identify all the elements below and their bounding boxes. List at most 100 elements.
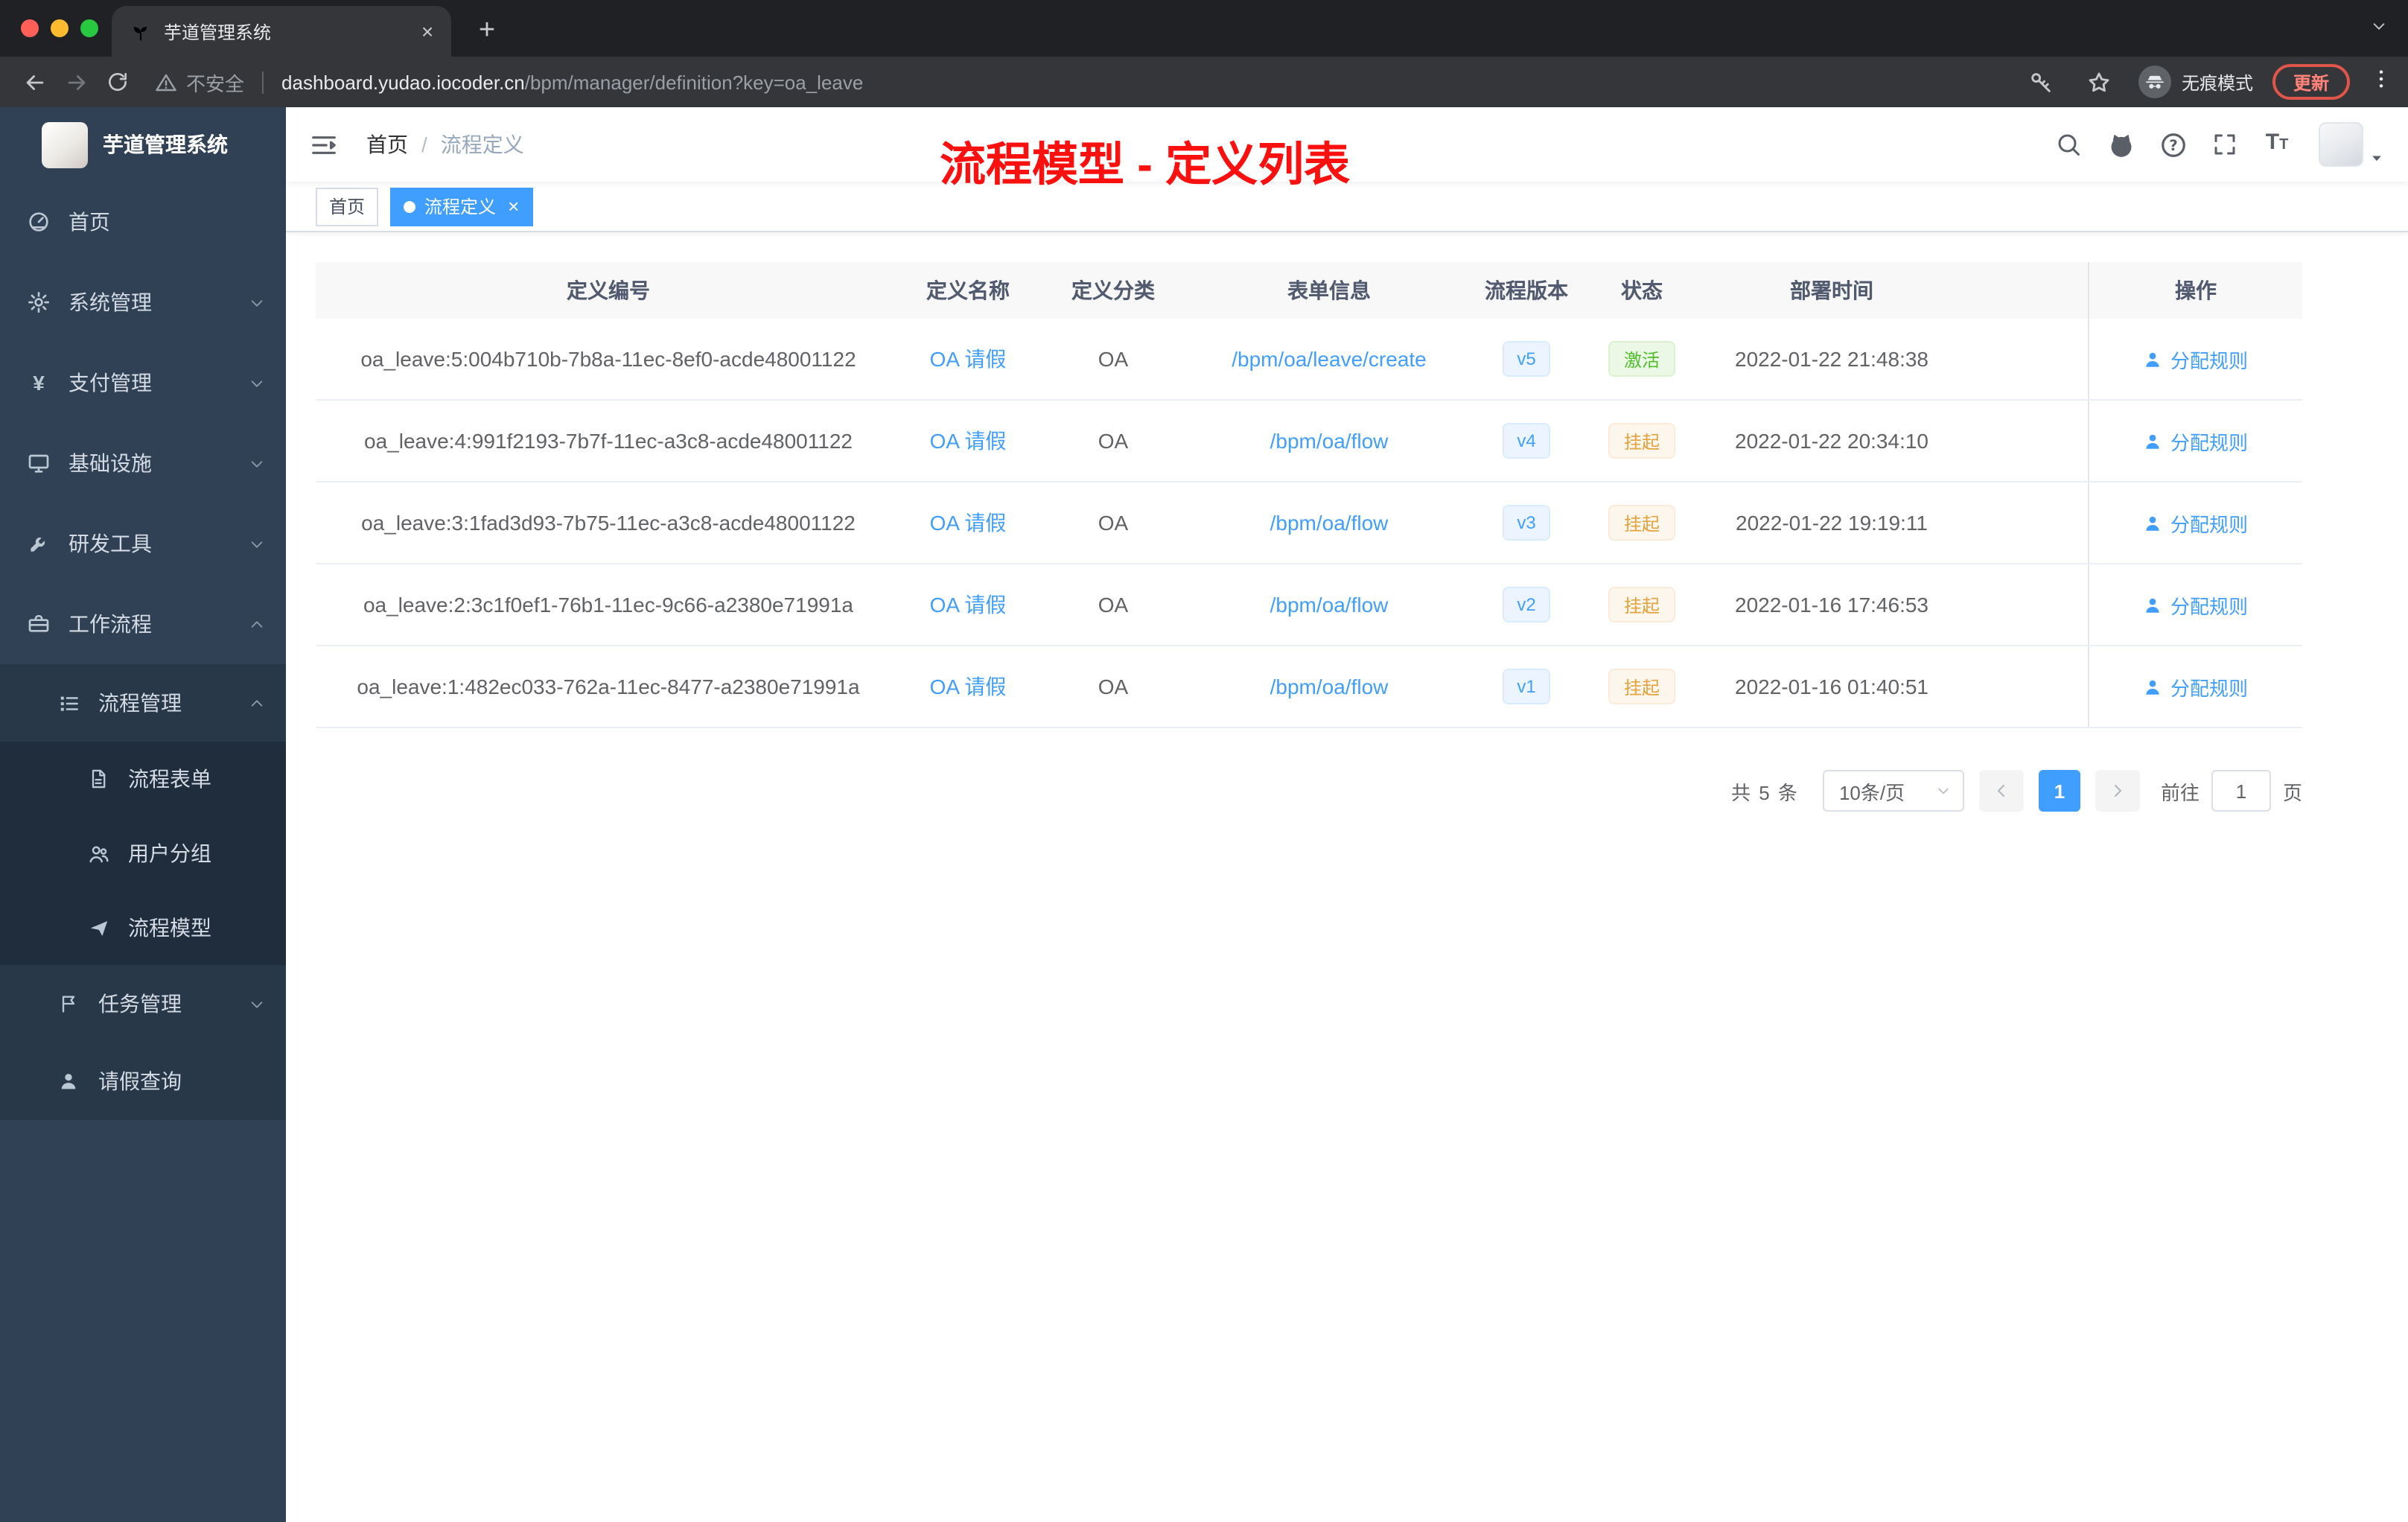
status-badge: 挂起 <box>1608 587 1675 623</box>
column-header: 定义名称 <box>926 278 1010 302</box>
toolbar-right-cluster: 无痕模式 更新 <box>2022 63 2393 101</box>
window-close-button[interactable] <box>21 19 39 37</box>
user-avatar-menu[interactable] <box>2319 122 2384 167</box>
definition-name-link[interactable]: OA 请假 <box>930 344 1007 374</box>
tag-process-definition[interactable]: 流程定义 × <box>390 187 533 226</box>
next-page-button[interactable] <box>2095 770 2140 812</box>
search-icon[interactable] <box>2054 130 2083 159</box>
browser-tab[interactable]: 芋道管理系统 × <box>112 6 451 57</box>
logo-title: 芋道管理系统 <box>103 133 228 156</box>
assign-rule-link[interactable]: 分配规则 <box>2144 509 2248 537</box>
sidebar-item-infrastructure[interactable]: 基础设施 <box>0 423 286 503</box>
page-size-select[interactable]: 10条/页 <box>1822 770 1964 812</box>
forward-button[interactable] <box>57 63 95 101</box>
sidebar-logo: 芋道管理系统 <box>0 107 286 182</box>
form-link[interactable]: /bpm/oa/flow <box>1270 675 1389 698</box>
definition-name-link[interactable]: OA 请假 <box>930 672 1007 701</box>
definition-name-link[interactable]: OA 请假 <box>930 590 1007 620</box>
sidebar-item-payment-management[interactable]: ¥ 支付管理 <box>0 343 286 423</box>
reload-button[interactable] <box>98 63 137 101</box>
deploy-time: 2022-01-22 19:19:11 <box>1736 511 1928 535</box>
pagination: 共 5 条 10条/页 1 前往 1 页 <box>316 770 2302 812</box>
page-unit-label: 页 <box>2282 781 2302 803</box>
chevron-down-icon <box>249 996 265 1012</box>
window-minimize-button[interactable] <box>51 19 69 37</box>
font-size-icon[interactable]: TT <box>2262 130 2292 159</box>
wrench-icon <box>27 532 51 555</box>
sidebar-item-label: 用户分组 <box>128 841 211 865</box>
sidebar-menu: 首页 系统管理 ¥ 支付管理 基础设施 研发工具 工作流程 流程管理 流程表单 … <box>0 182 286 1522</box>
sidebar-item-process-model[interactable]: 流程模型 <box>0 891 286 965</box>
table-row: oa_leave:5:004b710b-7b8a-11ec-8ef0-acde4… <box>316 319 2302 401</box>
column-header: 流程版本 <box>1485 278 1568 302</box>
sidebar-item-label: 工作流程 <box>69 612 152 636</box>
fullscreen-icon[interactable] <box>2210 130 2240 159</box>
column-header: 部署时间 <box>1790 278 1873 302</box>
form-link[interactable]: /bpm/oa/flow <box>1270 429 1389 453</box>
breadcrumb-home[interactable]: 首页 <box>366 130 408 159</box>
assign-rule-link[interactable]: 分配规则 <box>2144 427 2248 455</box>
browser-menu-icon[interactable] <box>2369 66 2393 98</box>
chrome-update-button[interactable]: 更新 <box>2272 64 2350 100</box>
sidebar-item-process-form[interactable]: 流程表单 <box>0 742 286 816</box>
navbar: 首页 / 流程定义 ? T T <box>286 107 2408 182</box>
logo-avatar <box>42 121 88 168</box>
sidebar-item-workflow[interactable]: 工作流程 <box>0 584 286 664</box>
sidebar-item-label: 首页 <box>69 210 110 234</box>
definition-name-link[interactable]: OA 请假 <box>930 508 1007 538</box>
tab-title: 芋道管理系统 <box>164 22 272 42</box>
sidebar-item-task-management[interactable]: 任务管理 <box>0 965 286 1042</box>
site-security-chip[interactable]: 不安全 <box>155 68 244 96</box>
chevron-down-icon <box>249 535 265 552</box>
new-tab-button[interactable]: + <box>468 12 506 51</box>
tab-search-chevron-icon[interactable] <box>2371 15 2387 42</box>
form-link[interactable]: /bpm/oa/flow <box>1270 593 1389 617</box>
avatar <box>2319 122 2363 167</box>
caret-down-icon <box>2369 150 2384 165</box>
sidebar: 芋道管理系统 首页 系统管理 ¥ 支付管理 基础设施 研发工具 工作流程 流程管… <box>0 107 286 1522</box>
tab-close-icon[interactable]: × <box>415 19 439 43</box>
warning-triangle-icon <box>156 73 176 91</box>
table-row: oa_leave:3:1fad3d93-7b75-11ec-a3c8-acde4… <box>316 483 2302 564</box>
assign-rule-link[interactable]: 分配规则 <box>2144 590 2248 619</box>
page-number-button[interactable]: 1 <box>2038 770 2080 812</box>
sidebar-item-leave-query[interactable]: 请假查询 <box>0 1042 286 1120</box>
bookmark-star-icon[interactable] <box>2080 63 2119 101</box>
back-button[interactable] <box>15 63 54 101</box>
assign-rule-link[interactable]: 分配规则 <box>2144 345 2248 373</box>
window-zoom-button[interactable] <box>80 19 98 37</box>
sidebar-item-label: 任务管理 <box>98 992 182 1016</box>
user-icon <box>2147 433 2160 448</box>
user-icon <box>2147 515 2160 530</box>
column-header-spacer <box>1966 262 2088 319</box>
github-icon[interactable] <box>2106 130 2135 159</box>
definition-category: OA <box>1098 675 1129 698</box>
tag-close-icon[interactable]: × <box>508 197 519 216</box>
status-badge: 激活 <box>1608 341 1675 377</box>
sidebar-item-home[interactable]: 首页 <box>0 182 286 262</box>
sidebar-item-system-management[interactable]: 系统管理 <box>0 262 286 343</box>
sidebar-item-process-management[interactable]: 流程管理 <box>0 664 286 742</box>
key-icon[interactable] <box>2022 63 2061 101</box>
form-link[interactable]: /bpm/oa/flow <box>1270 511 1389 535</box>
breadcrumb-current: 流程定义 <box>440 133 524 156</box>
tag-label: 流程定义 <box>424 197 497 217</box>
sidebar-item-dev-tools[interactable]: 研发工具 <box>0 503 286 584</box>
help-icon[interactable]: ? <box>2158 130 2188 159</box>
flag-icon <box>57 992 80 1016</box>
definition-name-link[interactable]: OA 请假 <box>930 426 1007 456</box>
column-header: 定义编号 <box>567 278 650 302</box>
sidebar-item-user-group[interactable]: 用户分组 <box>0 816 286 891</box>
address-bar[interactable]: dashboard.yudao.iocoder.cn/bpm/manager/d… <box>281 71 863 93</box>
assign-rule-link[interactable]: 分配规则 <box>2144 672 2248 701</box>
form-link[interactable]: /bpm/oa/leave/create <box>1232 347 1427 371</box>
url-path: /bpm/manager/definition?key=oa_leave <box>524 71 864 93</box>
definition-id: oa_leave:1:482ec033-762a-11ec-8477-a2380… <box>357 675 860 698</box>
hamburger-icon[interactable] <box>307 128 340 161</box>
chevron-down-icon <box>249 455 265 471</box>
prev-page-button[interactable] <box>1978 770 2024 812</box>
goto-page-input[interactable] <box>2211 770 2271 812</box>
tag-home[interactable]: 首页 <box>316 187 379 226</box>
url-host: dashboard.yudao.iocoder.cn <box>281 71 525 93</box>
definition-id: oa_leave:5:004b710b-7b8a-11ec-8ef0-acde4… <box>360 347 856 371</box>
